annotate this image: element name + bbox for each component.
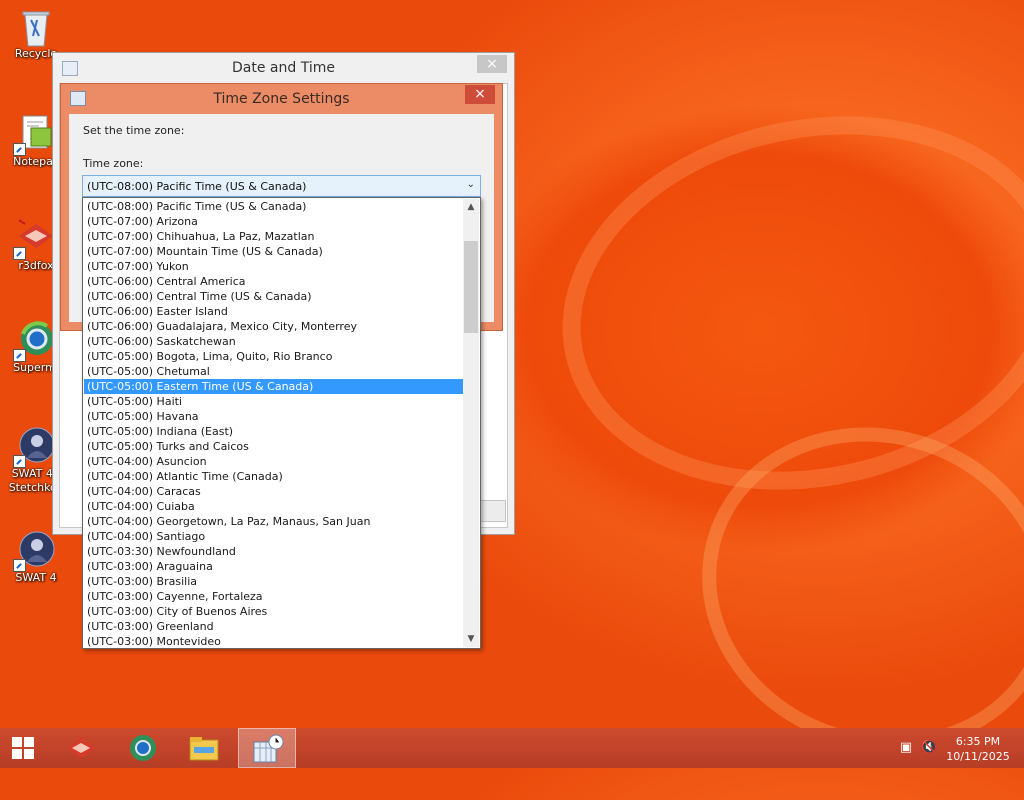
time-zone-option[interactable]: (UTC-07:00) Mountain Time (US & Canada) (84, 244, 463, 259)
time-zone-option[interactable]: (UTC-06:00) Guadalajara, Mexico City, Mo… (84, 319, 463, 334)
time-zone-dropdown-list[interactable]: (UTC-08:00) Pacific Time (US & Canada) (U… (82, 197, 481, 649)
time-zone-option[interactable]: (UTC-05:00) Chetumal (84, 364, 463, 379)
desktop-icon-label: SWAT 4 (15, 571, 57, 584)
dialog-title: Time Zone Settings (213, 91, 350, 107)
time-zone-option[interactable]: (UTC-03:00) Brasilia (84, 574, 463, 589)
notepad-icon (13, 114, 55, 156)
time-zone-option-highlighted[interactable]: (UTC-05:00) Eastern Time (US & Canada) (84, 379, 463, 394)
time-zone-option[interactable]: (UTC-05:00) Turks and Caicos (84, 439, 463, 454)
time-zone-option[interactable]: (UTC-04:00) Caracas (84, 484, 463, 499)
scroll-down-icon[interactable]: ▼ (463, 631, 479, 647)
time-zone-option[interactable]: (UTC-06:00) Saskatchewan (84, 334, 463, 349)
start-button[interactable] (0, 728, 48, 768)
time-zone-option[interactable]: (UTC-05:00) Indiana (East) (84, 424, 463, 439)
taskbar-r3dfox[interactable] (57, 728, 105, 768)
supermium-icon (130, 735, 156, 761)
time-zone-selected-value: (UTC-08:00) Pacific Time (US & Canada) (87, 180, 307, 193)
time-zone-option[interactable]: (UTC-03:00) Araguaina (84, 559, 463, 574)
supermium-icon (13, 320, 55, 362)
time-zone-options: (UTC-08:00) Pacific Time (US & Canada) (U… (84, 199, 463, 648)
time-zone-label: Time zone: (83, 157, 144, 170)
taskbar-file-explorer[interactable] (180, 728, 228, 768)
date-time-control-panel-icon (253, 734, 284, 763)
time-zone-option[interactable]: (UTC-07:00) Arizona (84, 214, 463, 229)
close-button[interactable]: × (477, 55, 507, 73)
r3dfox-icon (13, 218, 55, 260)
swat4-stetchkov-icon (13, 426, 55, 468)
scroll-up-icon[interactable]: ▲ (463, 199, 479, 215)
time-zone-option[interactable]: (UTC-06:00) Central America (84, 274, 463, 289)
time-zone-option[interactable]: (UTC-05:00) Bogota, Lima, Quito, Rio Bra… (84, 349, 463, 364)
desktop-icon-swat4[interactable]: SWAT 4 (4, 530, 68, 584)
taskbar-clock[interactable]: 6:35 PM 10/11/2025 (946, 734, 1010, 764)
time-zone-option[interactable]: (UTC-04:00) Georgetown, La Paz, Manaus, … (84, 514, 463, 529)
clock-time: 6:35 PM (955, 735, 1001, 748)
shortcut-arrow-icon (13, 143, 26, 156)
set-time-zone-label: Set the time zone: (83, 124, 185, 137)
file-explorer-icon (189, 737, 219, 761)
time-zone-option[interactable]: (UTC-03:00) Cayenne, Fortaleza (84, 589, 463, 604)
time-zone-option[interactable]: (UTC-04:00) Santiago (84, 529, 463, 544)
swat4-icon (13, 530, 55, 572)
close-button[interactable]: × (465, 85, 495, 104)
r3dfox-icon (67, 738, 95, 758)
taskbar-supermium[interactable] (119, 728, 167, 768)
network-icon[interactable]: ▣ (898, 740, 914, 756)
time-zone-option[interactable]: (UTC-08:00) Pacific Time (US & Canada) (84, 199, 463, 214)
time-zone-option[interactable]: (UTC-03:30) Newfoundland (84, 544, 463, 559)
shortcut-arrow-icon (13, 559, 26, 572)
start-icon (12, 737, 34, 759)
chevron-down-icon: ⌄ (466, 179, 475, 190)
time-zone-option[interactable]: (UTC-04:00) Asuncion (84, 454, 463, 469)
dialog-titlebar[interactable]: Time Zone Settings × (61, 84, 502, 114)
time-zone-option[interactable]: (UTC-07:00) Yukon (84, 259, 463, 274)
time-zone-select[interactable]: (UTC-08:00) Pacific Time (US & Canada) ⌄ (82, 175, 481, 197)
time-zone-option[interactable]: (UTC-03:00) City of Buenos Aires (84, 604, 463, 619)
taskbar: ▣ 🔇 6:35 PM 10/11/2025 (0, 728, 1024, 768)
recycle-bin-icon (17, 6, 55, 47)
shortcut-arrow-icon (13, 247, 26, 260)
window-titlebar[interactable]: Date and Time × (53, 53, 514, 82)
scrollbar-thumb[interactable] (464, 241, 478, 333)
volume-muted-icon[interactable]: 🔇 (921, 740, 937, 756)
clock-date: 10/11/2025 (946, 750, 1010, 763)
taskbar-date-time[interactable] (238, 728, 296, 768)
time-zone-option[interactable]: (UTC-05:00) Havana (84, 409, 463, 424)
window-title: Date and Time (232, 60, 335, 76)
time-zone-option[interactable]: (UTC-07:00) Chihuahua, La Paz, Mazatlan (84, 229, 463, 244)
time-zone-option[interactable]: (UTC-06:00) Central Time (US & Canada) (84, 289, 463, 304)
scrollbar[interactable]: ▲ ▼ (463, 199, 479, 647)
time-zone-option[interactable]: (UTC-03:00) Montevideo (84, 634, 463, 648)
time-zone-option[interactable]: (UTC-04:00) Atlantic Time (Canada) (84, 469, 463, 484)
time-zone-option[interactable]: (UTC-03:00) Greenland (84, 619, 463, 634)
shortcut-arrow-icon (13, 455, 26, 468)
time-zone-option[interactable]: (UTC-04:00) Cuiaba (84, 499, 463, 514)
time-zone-option[interactable]: (UTC-06:00) Easter Island (84, 304, 463, 319)
shortcut-arrow-icon (13, 349, 26, 362)
time-zone-option[interactable]: (UTC-05:00) Haiti (84, 394, 463, 409)
